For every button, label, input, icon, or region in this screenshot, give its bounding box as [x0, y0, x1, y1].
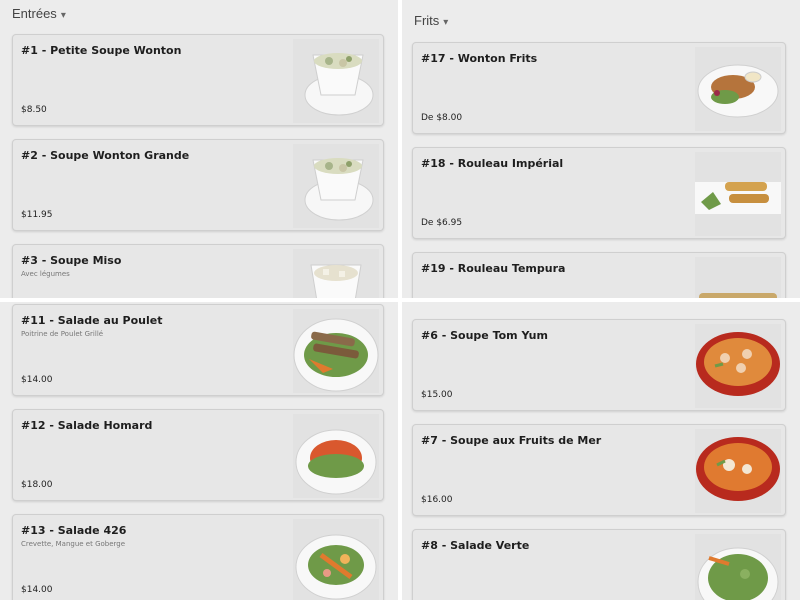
menu-item-card[interactable]: #6 - Soupe Tom Yum $15.00	[412, 319, 786, 411]
panel-salades: #11 - Salade au Poulet Poitrine de Poule…	[0, 302, 398, 600]
menu-item-name: #8 - Salade Verte	[421, 539, 530, 552]
menu-item-description: Poitrine de Poulet Grillé	[21, 330, 104, 338]
dish-photo	[695, 152, 781, 236]
panel-frits: Frits ▾ #17 - Wonton Frits De $8.00 #18 -…	[402, 0, 800, 298]
menu-item-card[interactable]: #3 - Soupe Miso Avec légumes	[12, 244, 384, 298]
panel-soupes: #6 - Soupe Tom Yum $15.00 #7 - Soupe aux…	[402, 302, 800, 600]
menu-item-name: #2 - Soupe Wonton Grande	[21, 149, 190, 162]
menu-item-price: De $8.00	[421, 113, 463, 123]
menu-item-name: #6 - Soupe Tom Yum	[421, 329, 548, 342]
menu-item-price: $15.00	[421, 390, 453, 400]
menu-item-card[interactable]: #8 - Salade Verte	[412, 529, 786, 600]
menu-item-name: #7 - Soupe aux Fruits de Mer	[421, 434, 602, 447]
menu-item-card[interactable]: #7 - Soupe aux Fruits de Mer $16.00	[412, 424, 786, 516]
section-title-label: Frits	[414, 13, 440, 28]
menu-item-price: $18.00	[21, 480, 53, 490]
menu-item-price: $11.95	[21, 210, 53, 220]
dish-photo	[695, 534, 781, 600]
section-title-frits[interactable]: Frits ▾	[414, 13, 448, 28]
menu-item-card[interactable]: #11 - Salade au Poulet Poitrine de Poule…	[12, 304, 384, 396]
menu-item-card[interactable]: #13 - Salade 426 Crevette, Mangue et Gob…	[12, 514, 384, 600]
menu-item-card[interactable]: #18 - Rouleau Impérial De $6.95	[412, 147, 786, 239]
menu-item-card[interactable]: #19 - Rouleau Tempura	[412, 252, 786, 298]
dish-photo	[695, 47, 781, 131]
menu-item-price: $8.50	[21, 105, 47, 115]
menu-item-card[interactable]: #17 - Wonton Frits De $8.00	[412, 42, 786, 134]
menu-item-name: #17 - Wonton Frits	[421, 52, 538, 65]
chevron-down-icon: ▾	[443, 17, 449, 28]
menu-item-name: #1 - Petite Soupe Wonton	[21, 44, 182, 57]
menu-item-name: #13 - Salade 426	[21, 524, 127, 537]
dish-photo	[293, 39, 379, 123]
menu-item-card[interactable]: #2 - Soupe Wonton Grande $11.95	[12, 139, 384, 231]
menu-item-name: #3 - Soupe Miso	[21, 254, 122, 267]
dish-photo	[695, 257, 781, 298]
dish-photo	[695, 324, 781, 408]
menu-item-description: Crevette, Mangue et Goberge	[21, 540, 126, 548]
menu-item-name: #18 - Rouleau Impérial	[421, 157, 564, 170]
dish-photo	[293, 309, 379, 393]
menu-item-name: #11 - Salade au Poulet	[21, 314, 163, 327]
dish-photo	[293, 519, 379, 600]
menu-item-name: #19 - Rouleau Tempura	[421, 262, 566, 275]
menu-item-price: $14.00	[21, 375, 53, 385]
menu-item-card[interactable]: #12 - Salade Homard $18.00	[12, 409, 384, 501]
section-title-entrees[interactable]: Entrées ▾	[12, 6, 66, 21]
dish-photo	[695, 429, 781, 513]
menu-item-card[interactable]: #1 - Petite Soupe Wonton $8.50	[12, 34, 384, 126]
menu-item-name: #12 - Salade Homard	[21, 419, 153, 432]
menu-item-description: Avec légumes	[21, 270, 70, 278]
horizontal-divider	[0, 298, 800, 302]
menu-item-price: $14.00	[21, 585, 53, 595]
menu-item-price: $16.00	[421, 495, 453, 505]
chevron-down-icon: ▾	[60, 10, 66, 21]
dish-photo	[293, 144, 379, 228]
panel-entrees: Entrées ▾ #1 - Petite Soupe Wonton $8.50 …	[0, 0, 398, 298]
dish-photo	[293, 249, 379, 298]
dish-photo	[293, 414, 379, 498]
menu-item-price: De $6.95	[421, 218, 463, 228]
section-title-label: Entrées	[12, 6, 57, 21]
